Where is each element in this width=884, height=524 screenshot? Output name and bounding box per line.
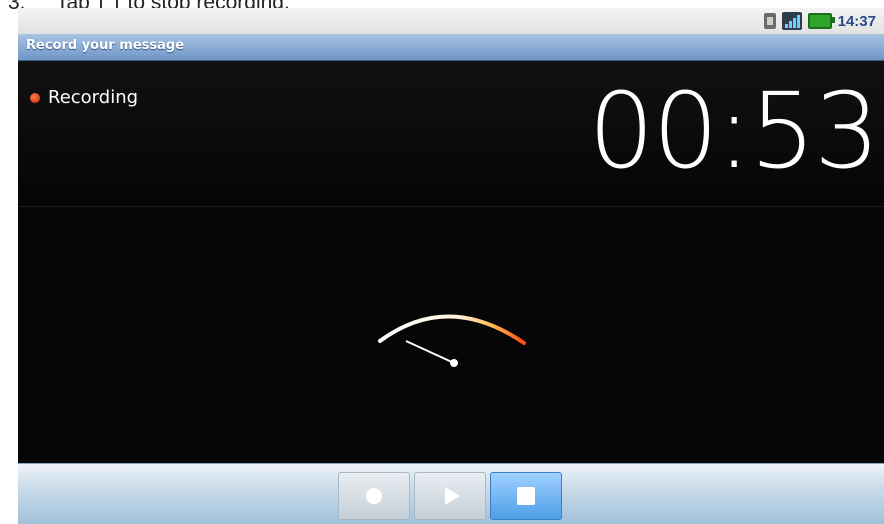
recording-state: Recording — [30, 87, 138, 108]
status-clock: 14:37 — [837, 12, 876, 30]
play-button[interactable] — [414, 472, 486, 520]
status-bar: 14:37 — [18, 8, 884, 34]
page-title: Record your message — [26, 38, 185, 53]
elapsed-timer: 00:53 — [588, 70, 880, 192]
recording-state-label: Recording — [48, 87, 139, 108]
recording-indicator-icon — [30, 92, 40, 103]
signal-strength-icon — [781, 12, 802, 30]
recorder-header: Recording 00:53 — [18, 61, 884, 207]
page: 3. Tap to stop recording. 14:37 Record yo… — [0, 0, 884, 524]
battery-icon — [807, 13, 835, 29]
status-icons: 14:37 — [763, 11, 876, 31]
controls-bar — [18, 463, 884, 524]
record-button[interactable] — [338, 472, 410, 520]
play-icon — [444, 487, 460, 505]
stop-button[interactable] — [490, 472, 562, 520]
recorder-panel: Recording 00:53 — [18, 61, 884, 463]
device-screen: 14:37 Record your message Recording 00:5… — [18, 8, 884, 524]
title-bar: Record your message — [18, 34, 884, 61]
vu-meter-icon — [378, 314, 526, 367]
sim-card-icon — [763, 13, 776, 29]
record-icon — [366, 488, 382, 504]
control-buttons — [338, 472, 562, 520]
stop-icon — [517, 487, 535, 505]
